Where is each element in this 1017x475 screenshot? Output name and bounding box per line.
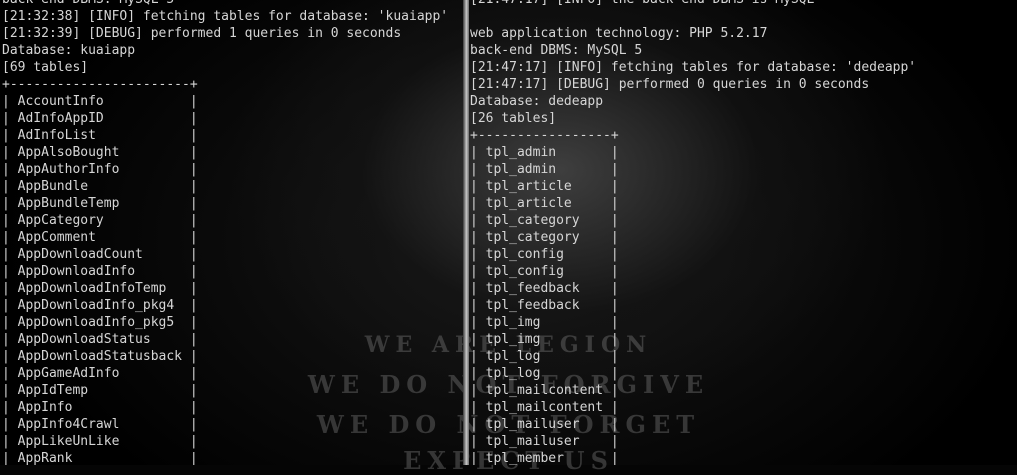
terminal-line: | AppAuthorInfo | — [2, 162, 198, 177]
pane-divider[interactable] — [463, 0, 469, 465]
terminal-line: | AppInfo4Crawl | — [2, 417, 198, 432]
terminal-line: | tpl_config | — [470, 264, 619, 279]
terminal-line: | AppLikeUnLike | — [2, 434, 198, 449]
terminal-line: | AppInfo | — [2, 400, 198, 415]
terminal-line: | tpl_feedback | — [470, 281, 619, 296]
terminal-line: +-----------------------+ — [2, 77, 198, 92]
terminal-line: | AppBundle | — [2, 179, 198, 194]
terminal-line: | AdInfoList | — [2, 128, 198, 143]
terminal-line: Database: kuaiapp — [2, 43, 136, 58]
terminal-line: | tpl_feedback | — [470, 298, 619, 313]
terminal-line: | AppDownloadStatusback | — [2, 349, 198, 364]
terminal-line: [21:32:39] [DEBUG] performed 1 queries i… — [2, 26, 402, 41]
terminal-line: | AppRank | — [2, 451, 198, 465]
terminal-line: | tpl_img | — [470, 332, 619, 347]
terminal-line: [26 tables] — [470, 111, 557, 126]
terminal-line: | AppDownloadInfo_pkg4 | — [2, 298, 198, 313]
terminal-line: back-end DBMS: MySQL 5 — [470, 43, 643, 58]
terminal-line: | AppBundleTemp | — [2, 196, 198, 211]
terminal-line: | AppDownloadCount | — [2, 247, 198, 262]
terminal-line: | AppIdTemp | — [2, 383, 198, 398]
terminal-line: | tpl_admin | — [470, 162, 619, 177]
terminal-line: | tpl_mailuser | — [470, 434, 619, 449]
terminal-line: | tpl_category | — [470, 213, 619, 228]
terminal-line: | tpl_log | — [470, 366, 619, 381]
terminal-line: Database: dedeapp — [470, 94, 604, 109]
terminal-line: [21:47:17] [INFO] the back-end DBMS is M… — [470, 0, 1017, 8]
terminal-line: | AppCategory | — [2, 213, 198, 228]
terminal-line: [21:47:17] [DEBUG] performed 0 queries i… — [470, 77, 870, 92]
terminal-line: | tpl_mailcontent | — [470, 400, 619, 415]
terminal-line: | AccountInfo | — [2, 94, 198, 109]
terminal-line: | AppDownloadInfoTemp | — [2, 281, 198, 296]
terminal-line: | AppDownloadStatus | — [2, 332, 198, 347]
terminal-line: | AppAlsoBought | — [2, 145, 198, 160]
terminal-line: | tpl_member | — [470, 451, 619, 465]
terminal-line: back-end DBMS: MySQL 5 — [2, 0, 465, 8]
terminal-line: | AppComment | — [2, 230, 198, 245]
terminal-pane-left[interactable]: back-end DBMS: MySQL 5[21:32:38] [INFO] … — [0, 0, 465, 465]
terminal-line: | tpl_category | — [470, 230, 619, 245]
terminal-line: [21:32:38] [INFO] fetching tables for da… — [2, 9, 449, 24]
terminal-line: | tpl_article | — [470, 196, 619, 211]
terminal-line: | tpl_mailuser | — [470, 417, 619, 432]
terminal-line: | AppDownloadInfo | — [2, 264, 198, 279]
terminal-line: [69 tables] — [2, 60, 89, 75]
terminal-line: | tpl_article | — [470, 179, 619, 194]
terminal-line: +-----------------+ — [470, 128, 619, 143]
terminal-line: | tpl_admin | — [470, 145, 619, 160]
terminal-line: | AdInfoAppID | — [2, 111, 198, 126]
terminal-line: web application technology: PHP 5.2.17 — [470, 26, 768, 41]
terminal-line: | tpl_config | — [470, 247, 619, 262]
terminal-pane-right[interactable]: [21:47:17] [INFO] the back-end DBMS is M… — [470, 0, 1017, 465]
terminal-line: | AppDownloadInfo_pkg5 | — [2, 315, 198, 330]
terminal-line: | AppGameAdInfo | — [2, 366, 198, 381]
terminal-line: [21:47:17] [INFO] fetching tables for da… — [470, 60, 917, 75]
terminal-line: | tpl_img | — [470, 315, 619, 330]
terminal-line: | tpl_log | — [470, 349, 619, 364]
terminal-line: | tpl_mailcontent | — [470, 383, 619, 398]
